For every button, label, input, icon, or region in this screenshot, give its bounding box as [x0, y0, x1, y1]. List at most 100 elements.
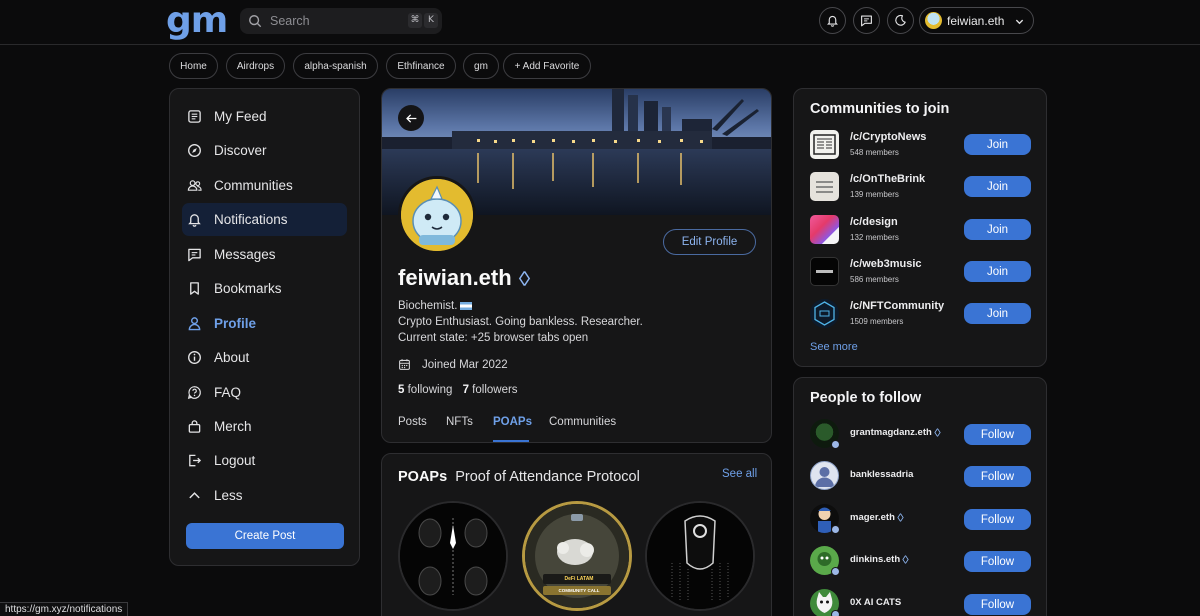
following-link[interactable]: 5 following — [398, 384, 452, 396]
favorite-alpha-spanish[interactable]: alpha-spanish — [293, 53, 378, 79]
favorite-home[interactable]: Home — [169, 53, 218, 79]
see-all-link[interactable]: See all — [722, 468, 757, 480]
create-post-button[interactable]: Create Post — [186, 523, 344, 549]
tab-poaps[interactable]: POAPs — [493, 416, 532, 428]
community-row: /c/CryptoNews 548 members Join — [810, 130, 1031, 160]
poaps-title: POAPs — [398, 469, 448, 485]
sidebar-item-less[interactable]: Less — [182, 479, 347, 512]
sidebar-item-label: Notifications — [214, 212, 288, 227]
verified-badge-icon — [831, 610, 840, 616]
community-row: /c/NFTCommunity 1509 members Join — [810, 299, 1031, 329]
bell-icon — [827, 15, 838, 27]
community-members: 548 members — [850, 148, 899, 157]
profile-avatar — [398, 176, 476, 254]
tab-posts[interactable]: Posts — [398, 416, 427, 428]
bell-icon — [188, 214, 201, 227]
sidebar-item-about[interactable]: About — [182, 341, 347, 374]
profile-name: feiwian.eth — [398, 265, 532, 291]
sidebar-item-my-feed[interactable]: My Feed — [182, 100, 347, 133]
profile-bio: Biochemist. Crypto Enthusiast. Going ban… — [398, 298, 643, 346]
back-button[interactable] — [398, 105, 424, 131]
profile-name-text: feiwian.eth — [398, 265, 512, 290]
default-user-icon — [815, 467, 834, 487]
community-avatar — [810, 172, 839, 201]
theme-toggle-button[interactable] — [887, 7, 914, 34]
user-icon — [188, 317, 201, 331]
info-icon — [188, 351, 201, 364]
favorite-gm[interactable]: gm — [463, 53, 499, 79]
community-row: /c/OnTheBrink 139 members Join — [810, 172, 1031, 202]
add-favorite-button[interactable]: + Add Favorite — [503, 53, 591, 79]
gm-logo[interactable]: gm — [166, 3, 228, 39]
bio-line: Crypto Enthusiast. Going bankless. Resea… — [398, 316, 643, 328]
sidebar-item-label: Bookmarks — [214, 281, 282, 296]
followers-label: followers — [472, 384, 518, 396]
question-icon — [187, 386, 201, 400]
bookmark-icon — [190, 282, 199, 295]
link-status-bar: https://gm.xyz/notifications — [0, 602, 129, 616]
sidebar-item-logout[interactable]: Logout — [182, 444, 347, 477]
person-name[interactable]: mager.eth — [850, 512, 904, 523]
poap-badge[interactable] — [398, 501, 508, 611]
join-button[interactable]: Join — [964, 134, 1031, 155]
user-name: feiwian.eth — [947, 13, 1005, 28]
follow-button[interactable]: Follow — [964, 594, 1031, 615]
sidebar-item-label: Less — [214, 488, 243, 503]
follow-button[interactable]: Follow — [964, 551, 1031, 572]
sidebar-item-label: Discover — [214, 143, 267, 158]
tab-nfts[interactable]: NFTs — [446, 416, 473, 428]
poap-badge[interactable] — [645, 501, 755, 611]
see-more-link[interactable]: See more — [810, 341, 858, 353]
poaps-subtitle: Proof of Attendance Protocol — [455, 469, 640, 485]
tab-communities[interactable]: Communities — [549, 416, 616, 428]
calendar-icon — [399, 359, 410, 370]
favorite-airdrops[interactable]: Airdrops — [226, 53, 285, 79]
community-name[interactable]: /c/design — [850, 216, 898, 228]
edit-profile-button[interactable]: Edit Profile — [663, 229, 756, 255]
sidebar-item-bookmarks[interactable]: Bookmarks — [182, 272, 347, 305]
follow-button[interactable]: Follow — [964, 466, 1031, 487]
messages-button[interactable] — [853, 7, 880, 34]
moon-icon — [895, 14, 906, 26]
favorite-ethfinance[interactable]: Ethfinance — [386, 53, 456, 79]
poap-badge[interactable]: DeFi LATAM COMMUNITY CALL — [522, 501, 632, 611]
follow-button[interactable]: Follow — [964, 424, 1031, 445]
community-name[interactable]: /c/web3music — [850, 258, 922, 270]
people-title: People to follow — [810, 390, 922, 406]
join-button[interactable]: Join — [964, 176, 1031, 197]
join-button[interactable]: Join — [964, 219, 1031, 240]
sidebar-item-notifications[interactable]: Notifications — [182, 203, 347, 236]
sidebar-item-communities[interactable]: Communities — [182, 169, 347, 202]
feed-icon — [188, 110, 201, 123]
person-name[interactable]: banklessadria — [850, 469, 913, 480]
sidebar-item-label: About — [214, 350, 250, 365]
followers-link[interactable]: 7 followers — [463, 384, 518, 396]
join-button[interactable]: Join — [964, 261, 1031, 282]
follow-button[interactable]: Follow — [964, 509, 1031, 530]
ens-icon — [934, 428, 941, 437]
community-name[interactable]: /c/OnTheBrink — [850, 173, 925, 185]
sidebar: My Feed Discover Communities Notificatio… — [169, 88, 360, 566]
sidebar-item-merch[interactable]: Merch — [182, 410, 347, 443]
poaps-heading: POAPs Proof of Attendance Protocol — [398, 469, 640, 485]
community-name[interactable]: /c/CryptoNews — [850, 131, 926, 143]
user-menu-button[interactable]: feiwian.eth — [919, 7, 1034, 34]
notifications-button[interactable] — [819, 7, 846, 34]
person-name[interactable]: grantmagdanz.eth — [850, 427, 941, 438]
person-name-text: dinkins.eth — [850, 554, 901, 565]
sidebar-item-messages[interactable]: Messages — [182, 238, 347, 271]
sidebar-item-profile[interactable]: Profile — [182, 307, 347, 340]
community-name[interactable]: /c/NFTCommunity — [850, 300, 944, 312]
person-row: grantmagdanz.eth Follow — [810, 419, 1031, 449]
sidebar-item-discover[interactable]: Discover — [182, 134, 347, 167]
community-members: 1509 members — [850, 317, 904, 326]
community-members: 132 members — [850, 233, 899, 242]
search-box[interactable]: Search ⌘ K — [240, 8, 442, 34]
compass-icon — [188, 144, 201, 157]
person-name[interactable]: 0X AI CATS — [850, 597, 901, 608]
sidebar-item-label: Merch — [214, 419, 252, 434]
search-icon — [249, 15, 262, 28]
join-button[interactable]: Join — [964, 303, 1031, 324]
sidebar-item-faq[interactable]: FAQ — [182, 376, 347, 409]
person-name[interactable]: dinkins.eth — [850, 554, 909, 565]
